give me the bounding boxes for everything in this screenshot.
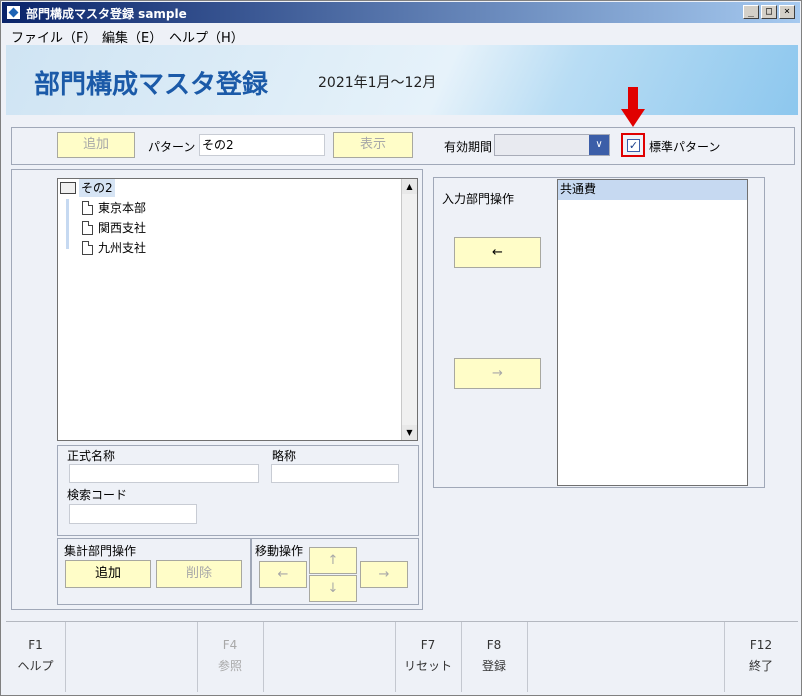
fiscal-period: 2021年1月～12月: [318, 75, 437, 91]
fkey-label: 参照: [217, 659, 242, 673]
tree-scrollbar[interactable]: ▲ ▼: [401, 179, 417, 440]
tree-root-label: その2: [79, 179, 115, 197]
input-ops-label: 入力部門操作: [442, 192, 515, 206]
maximize-button[interactable]: □: [761, 5, 777, 19]
pattern-add-button[interactable]: 追加: [57, 132, 135, 158]
fkey-label: 終了: [748, 659, 773, 673]
fkey-code: F8: [486, 638, 502, 652]
show-button[interactable]: 表示: [333, 132, 413, 158]
menu-edit[interactable]: 編集（E）: [102, 27, 162, 46]
tree-item-label: 九州支社: [98, 241, 147, 255]
move-ops-label: 移動操作: [255, 544, 304, 558]
tree-connector: [66, 199, 69, 249]
folder-icon: [60, 182, 76, 194]
chevron-down-icon[interactable]: ∨: [589, 135, 609, 155]
scroll-down-icon[interactable]: ▼: [402, 425, 417, 440]
input-move-left-button[interactable]: ←: [454, 237, 541, 268]
tree-item-label: 東京本部: [98, 201, 147, 215]
fkey-code: F12: [749, 638, 773, 652]
red-arrow-annotation: [621, 87, 645, 131]
standard-pattern-checkbox[interactable]: ✓: [627, 139, 640, 152]
official-name-label: 正式名称: [67, 449, 116, 463]
move-left-button[interactable]: ←: [259, 561, 307, 588]
f1-help-button[interactable]: F1 ヘルプ: [6, 622, 65, 692]
document-icon: [82, 241, 93, 255]
search-code-input[interactable]: [69, 504, 197, 524]
pattern-input[interactable]: その2: [199, 134, 325, 156]
input-department-list[interactable]: 共通費: [557, 179, 748, 486]
aggregate-ops-label: 集計部門操作: [64, 544, 137, 558]
valid-period-label: 有効期間: [444, 140, 493, 154]
standard-pattern-label: 標準パターン: [649, 140, 721, 154]
fkey-code: F7: [420, 638, 436, 652]
app-icon: [6, 5, 21, 20]
menu-bar: ファイル（F） 編集（E） ヘルプ（H）: [2, 23, 800, 46]
title-bar[interactable]: 部門構成マスタ登録 sample _ □ ×: [2, 2, 800, 23]
move-right-button[interactable]: →: [360, 561, 408, 588]
search-code-label: 検索コード: [67, 488, 128, 502]
list-item[interactable]: 共通費: [558, 180, 747, 200]
menu-file[interactable]: ファイル（F）: [11, 27, 96, 46]
short-name-input[interactable]: [271, 464, 399, 483]
menu-help[interactable]: ヘルプ（H）: [169, 27, 244, 46]
window-title: 部門構成マスタ登録 sample: [26, 7, 187, 21]
app-window: 部門構成マスタ登録 sample _ □ × ファイル（F） 編集（E） ヘルプ…: [0, 0, 802, 696]
official-name-input[interactable]: [69, 464, 259, 483]
aggregate-add-button[interactable]: 追加: [65, 560, 151, 588]
document-icon: [82, 201, 93, 215]
move-up-button[interactable]: ↑: [309, 547, 357, 574]
fkey-label: 登録: [481, 659, 506, 673]
valid-period-select[interactable]: ∨: [494, 134, 610, 156]
close-button[interactable]: ×: [779, 5, 795, 19]
department-tree[interactable]: その2 東京本部 関西支社 九州支社 ▲ ▼: [57, 178, 418, 441]
move-down-button[interactable]: ↓: [309, 575, 357, 602]
f8-register-button[interactable]: F8 登録: [461, 622, 527, 692]
aggregate-delete-button[interactable]: 削除: [156, 560, 242, 588]
pattern-label: パターン: [148, 140, 196, 154]
function-key-bar: F1 ヘルプ F4 参照 F7 リセット F8 登録 F12 終了: [6, 621, 798, 692]
f12-exit-button[interactable]: F12 終了: [724, 622, 798, 692]
f7-reset-button[interactable]: F7 リセット: [395, 622, 461, 692]
header-banner: 部門構成マスタ登録 2021年1月～12月: [6, 45, 798, 115]
f4-reference-button[interactable]: F4 参照: [197, 622, 263, 692]
tree-item-label: 関西支社: [98, 221, 147, 235]
fkey-label: リセット: [403, 659, 452, 673]
short-name-label: 略称: [272, 449, 297, 463]
fkey-label: ヘルプ: [17, 659, 54, 673]
minimize-button[interactable]: _: [743, 5, 759, 19]
input-move-right-button[interactable]: →: [454, 358, 541, 389]
document-icon: [82, 221, 93, 235]
scroll-up-icon[interactable]: ▲: [402, 179, 417, 194]
fkey-code: F1: [28, 638, 43, 652]
fkey-code: F4: [222, 638, 238, 652]
page-title: 部門構成マスタ登録: [34, 70, 269, 100]
